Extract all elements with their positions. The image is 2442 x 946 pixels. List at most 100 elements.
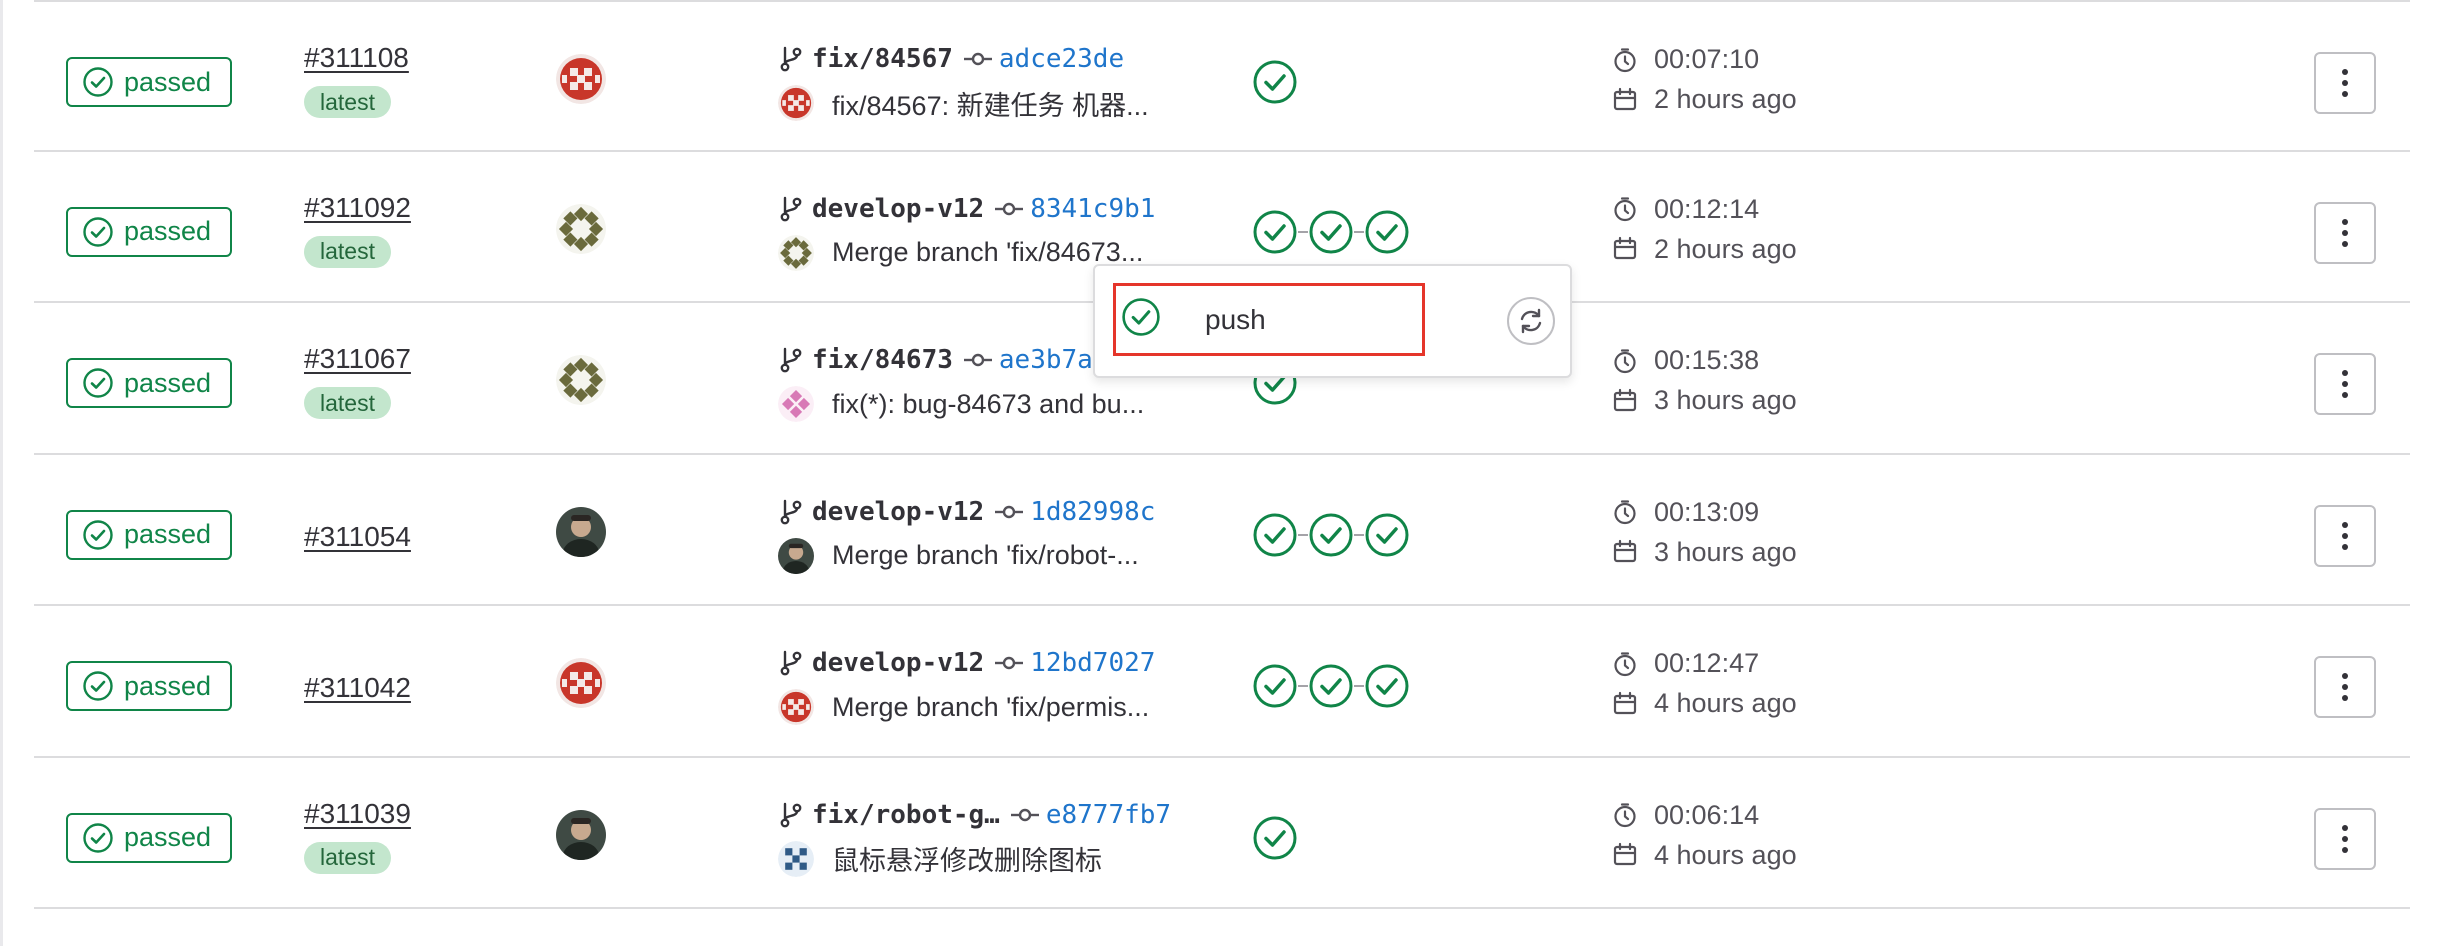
- latest-badge: latest: [304, 235, 391, 268]
- branch-icon: [778, 649, 804, 677]
- status-badge[interactable]: passed: [66, 358, 232, 408]
- status-badge[interactable]: passed: [66, 812, 232, 863]
- status-badge[interactable]: passed: [66, 57, 232, 107]
- stage-connector: [1354, 230, 1364, 233]
- job-item-push[interactable]: push: [1113, 283, 1425, 356]
- commit-ref: develop-v12 8341c9b1: [778, 192, 1155, 226]
- pipeline-stages: [1252, 59, 1298, 105]
- pipeline-id-link[interactable]: #311067: [304, 343, 411, 375]
- timer-icon: [1612, 802, 1638, 828]
- pipeline-id-link[interactable]: #311108: [304, 42, 409, 74]
- commit-author-avatar[interactable]: [778, 840, 814, 877]
- pipeline-duration: 00:12:14: [1612, 194, 1759, 225]
- duration-text: 00:07:10: [1654, 44, 1760, 74]
- left-border: [0, 0, 3, 946]
- commit-title-link[interactable]: fix/84567: 新建任务 机器...: [832, 84, 1149, 123]
- commit-title-link[interactable]: 鼠标悬浮修改删除图标: [832, 839, 1102, 878]
- commit-sha-link[interactable]: 8341c9b1: [1030, 194, 1155, 224]
- pipeline-stages: [1252, 209, 1410, 255]
- branch-icon: [778, 346, 804, 374]
- commit-ref: fix/84673 ae3b7a: [778, 343, 1093, 377]
- commit-message: fix/84567: 新建任务 机器...: [778, 84, 1149, 122]
- commit-icon: [994, 653, 1024, 673]
- branch-link[interactable]: fix/robot-g…: [812, 800, 1000, 830]
- stage-passed-button[interactable]: [1364, 209, 1410, 255]
- stage-connector: [1354, 533, 1364, 536]
- more-actions-button[interactable]: [2314, 504, 2376, 567]
- branch-icon: [778, 45, 804, 73]
- status-badge[interactable]: passed: [66, 206, 232, 257]
- duration-text: 00:12:47: [1654, 648, 1760, 678]
- commit-title-link[interactable]: Merge branch 'fix/robot-...: [832, 540, 1139, 571]
- commit-author-avatar[interactable]: [778, 689, 814, 725]
- branch-link[interactable]: fix/84567: [812, 44, 953, 74]
- branch-link[interactable]: fix/84673: [812, 345, 953, 375]
- triggerer-avatar[interactable]: [556, 203, 606, 254]
- pipeline-finished: 2 hours ago: [1612, 234, 1797, 265]
- pipeline-id-link[interactable]: #311039: [304, 798, 411, 830]
- more-actions-button[interactable]: [2314, 807, 2376, 870]
- stage-passed-button[interactable]: [1308, 209, 1354, 255]
- branch-link[interactable]: develop-v12: [812, 648, 984, 678]
- stage-passed-button[interactable]: [1364, 512, 1410, 558]
- branch-link[interactable]: develop-v12: [812, 194, 984, 224]
- pipeline-stages: [1252, 512, 1410, 558]
- kebab-icon: [2340, 368, 2350, 400]
- commit-author-avatar[interactable]: [778, 234, 814, 271]
- stage-passed-button[interactable]: [1364, 663, 1410, 709]
- stage-passed-button[interactable]: [1252, 59, 1298, 105]
- stage-passed-button[interactable]: [1308, 512, 1354, 558]
- commit-sha-link[interactable]: 12bd7027: [1030, 648, 1155, 678]
- commit-ref: fix/robot-g… e8777fb7: [778, 798, 1171, 832]
- status-label: passed: [124, 66, 212, 97]
- commit-icon: [994, 502, 1024, 522]
- triggerer-avatar[interactable]: [556, 506, 606, 557]
- pipeline-id-link[interactable]: #311042: [304, 672, 411, 704]
- commit-title-link[interactable]: fix(*): bug-84673 and bu...: [832, 389, 1144, 420]
- status-label: passed: [124, 822, 212, 852]
- triggerer-avatar[interactable]: [556, 355, 606, 405]
- triggerer-avatar[interactable]: [556, 54, 606, 104]
- calendar-icon: [1612, 87, 1638, 113]
- stage-passed-button[interactable]: [1252, 512, 1298, 558]
- stage-passed-button[interactable]: [1252, 209, 1298, 255]
- latest-badge: latest: [304, 387, 391, 419]
- kebab-icon: [2340, 520, 2350, 552]
- commit-sha-link[interactable]: e8777fb7: [1046, 800, 1171, 830]
- pipeline-id-link[interactable]: #311054: [304, 521, 411, 553]
- check-circle-icon: [82, 216, 114, 248]
- duration-text: 00:15:38: [1654, 345, 1760, 375]
- more-actions-button[interactable]: [2314, 353, 2376, 415]
- pipeline-finished: 3 hours ago: [1612, 385, 1797, 416]
- pipeline-finished: 3 hours ago: [1612, 537, 1797, 568]
- commit-sha-link[interactable]: 1d82998c: [1030, 497, 1155, 527]
- branch-icon: [778, 498, 804, 526]
- stage-passed-button[interactable]: [1252, 663, 1298, 709]
- commit-author-avatar[interactable]: [778, 85, 814, 121]
- branch-link[interactable]: develop-v12: [812, 497, 984, 527]
- commit-sha-link[interactable]: adce23de: [999, 44, 1124, 74]
- finished-text: 2 hours ago: [1654, 84, 1797, 114]
- check-circle-icon: [82, 670, 114, 702]
- pipeline-id-link[interactable]: #311092: [304, 192, 411, 224]
- table-row: passed #311108 latest fix/84567 adce23de fix/…: [34, 0, 2410, 152]
- pipeline-finished: 4 hours ago: [1612, 840, 1797, 871]
- commit-title-link[interactable]: Merge branch 'fix/permis...: [832, 692, 1149, 723]
- status-badge[interactable]: passed: [66, 661, 232, 711]
- triggerer-avatar[interactable]: [556, 658, 606, 708]
- pipeline-stages: [1252, 815, 1298, 861]
- commit-ref: develop-v12 12bd7027: [778, 646, 1155, 680]
- stage-passed-button[interactable]: [1308, 663, 1354, 709]
- more-actions-button[interactable]: [2314, 52, 2376, 114]
- more-actions-button[interactable]: [2314, 201, 2376, 264]
- commit-sha-link[interactable]: ae3b7a: [999, 345, 1093, 375]
- stage-passed-button[interactable]: [1252, 815, 1298, 861]
- commit-author-avatar[interactable]: [778, 386, 814, 422]
- more-actions-button[interactable]: [2314, 656, 2376, 718]
- status-badge[interactable]: passed: [66, 509, 232, 560]
- duration-text: 00:13:09: [1654, 496, 1760, 527]
- triggerer-avatar[interactable]: [556, 809, 606, 860]
- commit-author-avatar[interactable]: [778, 537, 814, 574]
- retry-button[interactable]: [1507, 297, 1555, 345]
- pipeline-duration: 00:15:38: [1612, 345, 1759, 376]
